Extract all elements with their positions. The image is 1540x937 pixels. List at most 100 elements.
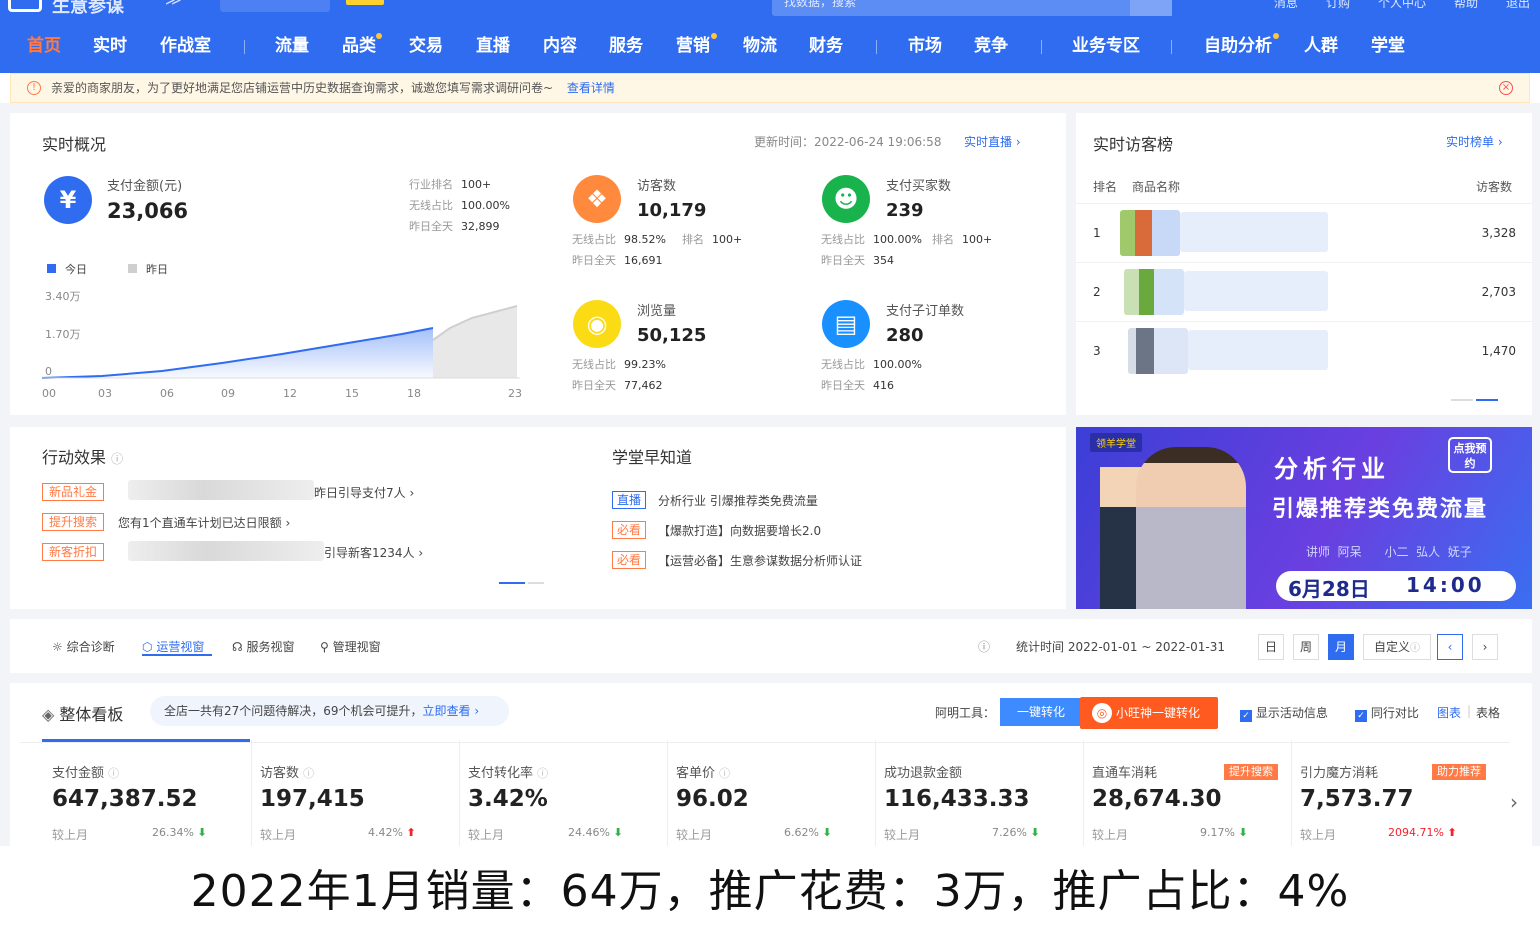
nav-business-zone[interactable]: 业务专区 [1072,35,1140,57]
nav-realtime[interactable]: 实时 [93,35,127,57]
view-chart-toggle[interactable]: 图表 [1437,704,1461,721]
top-link-help[interactable]: 帮助 [1454,0,1478,11]
tag-must-see: 必看 [612,521,647,539]
kpi-pay-amount[interactable]: 支付金额 ⓘ 647,387.52 较上月 26.34% ⬇ [44,740,252,846]
top-link-logout[interactable]: 退出 [1506,0,1530,11]
view-now-link[interactable]: 立即查看 [423,704,471,718]
pager-dot-active[interactable] [499,582,525,584]
pageviews-wireless: 无线占比 99.23% [572,358,666,371]
tag-new-product-gift: 新品礼金 [42,483,105,501]
school-item[interactable]: 分析行业 引爆推荐类免费流量 [658,492,818,509]
tab-service[interactable]: ☊ 服务视窗 [232,638,295,655]
period-custom[interactable]: 自定义ⓘ [1363,634,1431,660]
nav-competition[interactable]: 竞争 [974,35,1008,57]
kpi-conversion[interactable]: 支付转化率 ⓘ 3.42% 较上月 24.46% ⬇ [460,740,668,846]
wangwang-button[interactable]: ◎ 小旺神一键转化 [1080,697,1218,729]
nav-marketing[interactable]: 营销 [676,35,710,57]
realtime-live-link[interactable]: 实时直播 › [964,133,1021,150]
nav-school[interactable]: 学堂 [1371,35,1405,57]
period-month[interactable]: 月 [1328,634,1354,660]
search-button[interactable] [1130,0,1172,16]
visitors-label: 访客数 [637,179,677,194]
rank-visitors: 1,470 [1481,344,1516,358]
visitor-rank-card: 实时访客榜 实时榜单 › 排名 商品名称 访客数 1 3,328 2 2,703… [1076,113,1532,415]
nav-war-room[interactable]: 作战室 [160,35,211,57]
nav-content[interactable]: 内容 [543,35,577,57]
nav-trade[interactable]: 交易 [409,35,443,57]
eye-icon: ◉ [573,300,621,348]
rank-number: 1 [1093,226,1101,240]
close-icon[interactable]: × [1499,81,1513,95]
kpi-magic-cube-cost[interactable]: 引力魔方消耗 助力推荐 7,573.77 较上月 2094.71% ⬆ [1292,740,1500,846]
nav-new-dot [1273,33,1279,39]
dashboard-title: ◈ 整体看板 [42,705,124,724]
kpi-refund[interactable]: 成功退款金额 116,433.33 较上月 7.26% ⬇ [876,740,1084,846]
live-course-banner[interactable]: 领羊学堂 分析行业 引爆推荐类免费流量 讲师 阿呆 小二 弘人 妩子 6月28日… [1076,427,1532,609]
chevron-down-icon[interactable]: ≫ [165,0,182,9]
tab-management[interactable]: ⚲ 管理视窗 [320,638,381,655]
nav-crowd[interactable]: 人群 [1304,35,1338,57]
pager-dot[interactable] [1451,399,1473,401]
rank-row[interactable]: 1 3,328 [1076,203,1532,261]
notice-link[interactable]: 查看详情 [567,81,615,95]
kpi-label: 直通车消耗 [1092,766,1158,781]
banner-date: 6月28日 [1288,577,1370,601]
view-table-toggle[interactable]: 表格 [1476,704,1500,721]
top-link-profile[interactable]: 个人中心 [1378,0,1426,11]
rank-row[interactable]: 3 1,470 [1076,321,1532,379]
rank-row[interactable]: 2 2,703 [1076,262,1532,320]
kpi-label: 客单价 ⓘ [676,766,731,781]
school-item[interactable]: 【运营必备】生意参谋数据分析师认证 [658,552,862,569]
boost-search-badge[interactable]: 提升搜索 [1224,764,1278,780]
shop-switcher[interactable] [220,0,330,12]
kpi-value: 647,387.52 [52,786,198,812]
action-item-text[interactable]: 您有1个直通车计划已达日限额 › [118,514,290,531]
action-item-text[interactable]: 引导新客1234人 › [324,544,423,561]
search-input[interactable]: 找数据，搜索 [772,0,1172,16]
nav-traffic[interactable]: 流量 [275,35,309,57]
tab-diagnosis[interactable]: ☼ 综合诊断 [52,638,115,655]
action-item-text[interactable]: 昨日引导支付7人 › [314,484,414,501]
nav-live[interactable]: 直播 [476,35,510,57]
x-tick: 15 [345,387,359,400]
boost-recommend-badge[interactable]: 助力推荐 [1432,764,1486,780]
layers-icon: ◈ [42,705,55,724]
nav-logistics[interactable]: 物流 [743,35,777,57]
kpi-avg-order[interactable]: 客单价 ⓘ 96.02 较上月 6.62% ⬇ [668,740,876,846]
nav-home[interactable]: 首页 [27,35,61,57]
nav-self-analysis[interactable]: 自助分析 [1204,35,1272,57]
pay-amount-value: 23,066 [107,199,189,223]
x-tick: 03 [98,387,112,400]
top-link-orders[interactable]: 订购 [1326,0,1350,11]
nav-finance[interactable]: 财务 [809,35,843,57]
action-school-card: 行动效果 ⓘ 新品礼金 昨日引导支付7人 › 提升搜索 您有1个直通车计划已达日… [10,427,1066,609]
show-activity-checkbox[interactable]: ✓ 显示活动信息 [1240,704,1328,722]
peer-compare-checkbox[interactable]: ✓ 同行对比 [1355,704,1419,722]
book-button[interactable]: 点我预约 [1448,437,1492,473]
checkbox-icon: ✓ [1355,710,1367,722]
nav-service[interactable]: 服务 [609,35,643,57]
pager-dot[interactable] [528,582,544,584]
school-item[interactable]: 【爆款打造】向数据要增长2.0 [658,522,821,539]
convert-button[interactable]: 一键转化 [1000,698,1082,726]
kpi-visitors[interactable]: 访客数 ⓘ 197,415 较上月 4.42% ⬆ [252,740,460,846]
arrow-down-icon: ⬇ [197,826,207,839]
checkbox-icon: ✓ [1240,710,1252,722]
kpi-change: 9.17% ⬇ [1200,826,1248,839]
top-link-messages[interactable]: 消息 [1274,0,1298,11]
nav-market[interactable]: 市场 [908,35,942,57]
help-icon: ⓘ [108,767,120,780]
banner-line1: 分析行业 [1274,455,1390,483]
kpi-ztc-cost[interactable]: 直通车消耗 提升搜索 28,674.30 较上月 9.17% ⬇ [1084,740,1292,846]
tab-operations[interactable]: ⬡ 运营视窗 [142,638,204,655]
nav-category[interactable]: 品类 [342,35,376,57]
prev-period-button[interactable]: ‹ [1437,634,1463,660]
chevron-right-icon[interactable]: › [1510,790,1518,814]
yen-icon: ¥ [44,176,92,224]
rank-list-link[interactable]: 实时榜单 › [1446,133,1503,150]
period-day[interactable]: 日 [1258,634,1284,660]
next-period-button[interactable]: › [1472,634,1498,660]
arrow-down-icon: ⬇ [822,826,832,839]
period-week[interactable]: 周 [1293,634,1319,660]
pager-dot-active[interactable] [1476,399,1498,401]
